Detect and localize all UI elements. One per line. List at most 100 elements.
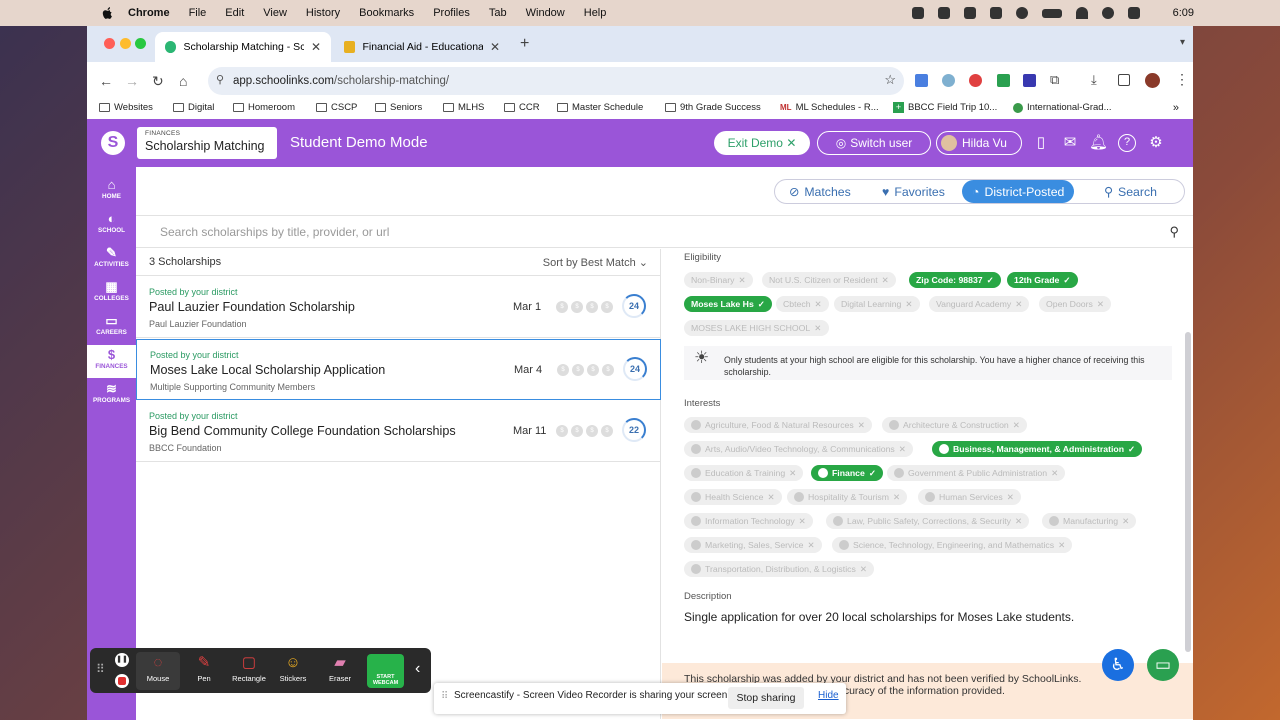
control-center-icon[interactable] — [1128, 7, 1140, 19]
bookmark-digital[interactable]: Digital — [173, 102, 214, 113]
interest-chip[interactable]: Arts, Audio/Video Technology, & Communic… — [684, 441, 914, 457]
nav-finances[interactable]: $ FINANCES — [87, 345, 136, 378]
extension-link-icon[interactable] — [942, 74, 955, 87]
extension-translate-icon[interactable] — [915, 74, 928, 87]
eligibility-chip[interactable]: Digital Learning ✕ — [834, 296, 920, 312]
eligibility-chip[interactable]: Vanguard Academy ✕ — [929, 296, 1030, 312]
switch-user-button[interactable]: ◎ Switch user — [817, 131, 931, 155]
drag-handle-icon[interactable]: ⠿ — [441, 691, 448, 702]
pause-button[interactable]: ❚❚ — [115, 653, 129, 667]
more-bookmarks-icon[interactable]: » — [1173, 102, 1179, 114]
gmail-status-icon[interactable] — [912, 7, 924, 19]
stickers-tool[interactable]: ☺ Stickers — [271, 652, 315, 690]
interest-chip[interactable]: Agriculture, Food & Natural Resources ✕ — [684, 417, 872, 433]
menu-profiles[interactable]: Profiles — [433, 7, 470, 19]
interest-chip[interactable]: Science, Technology, Engineering, and Ma… — [832, 537, 1073, 553]
interest-chip[interactable]: Finance ✓ — [811, 465, 884, 481]
tab-search-icon[interactable]: ▾ — [1180, 37, 1185, 48]
scholarship-row[interactable]: Posted by your district Big Bend Communi… — [136, 401, 661, 462]
bookmark-bbcc[interactable]: + BBCC Field Trip 10... — [893, 102, 997, 113]
apple-icon[interactable] — [100, 6, 114, 20]
bookmark-mlhs[interactable]: MLHS — [443, 102, 484, 113]
zoom-window-button[interactable] — [135, 38, 146, 49]
wifi-icon[interactable] — [1076, 7, 1088, 19]
stop-sharing-button[interactable]: Stop sharing — [728, 687, 804, 709]
home-button[interactable]: ⌂ — [179, 73, 187, 89]
chrome-menu-icon[interactable]: ⋮ — [1175, 71, 1189, 88]
scholarship-row[interactable]: Posted by your district Paul Lauzier Fou… — [136, 277, 661, 338]
back-button[interactable]: ← — [99, 73, 113, 89]
bookmark-ml-schedules[interactable]: ML ML Schedules - R... — [780, 102, 879, 113]
nav-programs[interactable]: ≋ PROGRAMS — [87, 381, 136, 413]
help-icon[interactable]: ? — [1118, 134, 1136, 152]
side-panel-icon[interactable] — [1118, 74, 1130, 86]
bookmark-websites[interactable]: Websites — [99, 102, 153, 113]
interest-chip[interactable]: Health Science ✕ — [684, 489, 782, 505]
interest-chip[interactable]: Hospitality & Tourism ✕ — [787, 489, 908, 505]
mouse-tool[interactable]: ◌ Mouse — [136, 652, 180, 690]
sort-dropdown[interactable]: Sort by Best Match ⌄ — [543, 256, 648, 269]
scholarship-search[interactable]: Search scholarships by title, provider, … — [136, 215, 1193, 248]
scrollbar-thumb[interactable] — [1185, 332, 1191, 652]
gear-icon[interactable]: ⚙ — [1147, 134, 1165, 152]
eligibility-chip[interactable]: Open Doors ✕ — [1039, 296, 1112, 312]
record-status-icon[interactable] — [990, 7, 1002, 19]
extension-sheets-icon[interactable] — [997, 74, 1010, 87]
hide-link[interactable]: Hide — [818, 690, 839, 701]
schoolinks-logo[interactable]: S — [101, 131, 125, 155]
user-menu[interactable]: Hilda Vu — [936, 131, 1022, 155]
favorites-tab[interactable]: ♥ Favorites — [882, 180, 945, 203]
search-tab[interactable]: ⚲ Search — [1104, 180, 1157, 203]
close-tab-icon[interactable]: ✕ — [490, 40, 500, 54]
menu-view[interactable]: View — [263, 7, 287, 19]
menu-history[interactable]: History — [306, 7, 340, 19]
document-icon[interactable]: ▯ — [1032, 134, 1050, 152]
chat-button[interactable]: ▭ — [1147, 649, 1179, 681]
exit-demo-button[interactable]: Exit Demo ✕ — [714, 131, 810, 155]
matches-tab[interactable]: ⊘ Matches — [789, 180, 851, 203]
clock[interactable]: 6:09 — [1173, 7, 1194, 19]
interest-chip[interactable]: Architecture & Construction ✕ — [882, 417, 1028, 433]
bookmark-homeroom[interactable]: Homeroom — [233, 102, 295, 113]
interest-chip[interactable]: Transportation, Distribution, & Logistic… — [684, 561, 875, 577]
menu-help[interactable]: Help — [584, 7, 607, 19]
nav-home[interactable]: ⌂ HOME — [87, 177, 136, 209]
search-status-icon[interactable] — [1102, 7, 1114, 19]
moon-status-icon[interactable] — [1016, 7, 1028, 19]
pen-tool[interactable]: ✎ Pen — [182, 652, 226, 690]
stop-record-button[interactable] — [115, 674, 129, 688]
accessibility-button[interactable]: ♿︎ — [1102, 649, 1134, 681]
extension-c-icon[interactable] — [1023, 74, 1036, 87]
timer-status-icon[interactable] — [964, 7, 976, 19]
battery-icon[interactable] — [1042, 8, 1062, 18]
bookmark-master-schedule[interactable]: Master Schedule — [557, 102, 643, 113]
reload-button[interactable]: ↻ — [152, 73, 164, 90]
nav-school[interactable]: ◐ SCHOOL — [87, 211, 136, 243]
nav-careers[interactable]: ▭ CAREERS — [87, 313, 136, 345]
menu-tab[interactable]: Tab — [489, 7, 507, 19]
eligibility-chip[interactable]: Moses Lake Hs ✓ — [684, 296, 773, 312]
bookmark-ccr[interactable]: CCR — [504, 102, 540, 113]
tab-financial-aid[interactable]: Financial Aid - Educational S ✕ — [334, 32, 510, 62]
eligibility-chip[interactable]: Non-Binary ✕ — [684, 272, 753, 288]
minimize-window-button[interactable] — [120, 38, 131, 49]
eligibility-chip[interactable]: Not U.S. Citizen or Resident ✕ — [762, 272, 896, 288]
nav-colleges[interactable]: ▦ COLLEGES — [87, 279, 136, 311]
menu-app-chrome[interactable]: Chrome — [128, 7, 170, 19]
bookmark-9th-grade[interactable]: 9th Grade Success — [665, 102, 761, 113]
bell-icon[interactable]: 🔔︎ — [1089, 134, 1108, 152]
site-info-icon[interactable]: ⚲ — [216, 73, 224, 86]
menu-window[interactable]: Window — [526, 7, 565, 19]
downloads-icon[interactable]: ⤓ — [1091, 72, 1097, 88]
forward-button[interactable]: → — [125, 73, 139, 89]
eligibility-chip[interactable]: Cbtech ✕ — [776, 296, 829, 312]
menu-file[interactable]: File — [189, 7, 207, 19]
menu-edit[interactable]: Edit — [225, 7, 244, 19]
extension-screencastify-icon[interactable] — [969, 74, 982, 87]
eligibility-chip[interactable]: MOSES LAKE HIGH SCHOOL ✕ — [684, 320, 829, 336]
search-input[interactable]: Search scholarships by title, provider, … — [160, 225, 389, 239]
interest-chip[interactable]: Business, Management, & Administration ✓ — [932, 441, 1143, 457]
close-window-button[interactable] — [104, 38, 115, 49]
rectangle-tool[interactable]: ▢ Rectangle — [227, 652, 271, 690]
district-posted-tab[interactable]: ◔ District-Posted — [962, 180, 1075, 203]
